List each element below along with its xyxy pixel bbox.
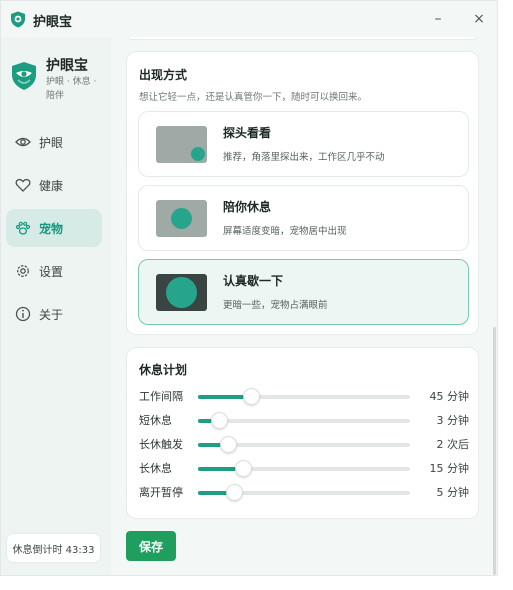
- work-interval-slider[interactable]: [198, 388, 410, 405]
- option-title: 陪你休息: [223, 200, 272, 214]
- slider-handle[interactable]: [243, 388, 260, 405]
- info-icon: [15, 306, 31, 322]
- row-label: 短休息: [139, 414, 172, 427]
- plan-row: 短休息 3 分钟: [139, 408, 469, 432]
- option-title: 探头看看: [223, 126, 272, 140]
- brand-name: 护眼宝: [46, 58, 88, 74]
- row-value: 5 分钟: [436, 486, 470, 499]
- sidebar-item-label: 关于: [39, 308, 64, 322]
- option-preview: [156, 126, 207, 163]
- appearance-option-peek[interactable]: 探头看看 推荐，角落里探出来，工作区几乎不动: [138, 111, 469, 177]
- away-pause-slider[interactable]: [198, 484, 410, 501]
- sidebar: 护眼宝 护眼 · 休息 · 陪伴 护眼 健康 宠物 设置 关于 休息倒计时 43…: [1, 37, 111, 575]
- rest-countdown: 休息倒计时 43:33: [6, 533, 101, 563]
- shield-logo-icon: [12, 62, 36, 90]
- row-label: 离开暂停: [139, 486, 183, 499]
- paw-icon: [15, 221, 31, 235]
- row-value: 15 分钟: [429, 462, 470, 475]
- panel-description: 想让它轻一点，还是认真管你一下，随时可以换回来。: [139, 92, 368, 103]
- sidebar-item-label: 健康: [39, 179, 64, 193]
- plan-row: 离开暂停 5 分钟: [139, 480, 469, 504]
- previous-panel-edge: [126, 37, 479, 40]
- gear-icon: [17, 265, 29, 277]
- option-description: 更暗一些，宠物占满眼前: [223, 300, 328, 311]
- plan-row: 工作间隔 45 分钟: [139, 384, 469, 408]
- appearance-option-rest[interactable]: 陪你休息 屏幕适度变暗，宠物居中出现: [138, 185, 469, 251]
- sidebar-item-about[interactable]: 关于: [6, 295, 102, 333]
- rest-plan-panel: 休息计划 工作间隔 45 分钟 短休息 3 分钟 长休触发 2 次后 长休息 1…: [126, 347, 479, 519]
- app-window: 护眼宝 – × 护眼宝 护眼 · 休息 · 陪伴 护眼 健康 宠物 设置 关于 …: [0, 0, 498, 576]
- window-title: 护眼宝: [33, 15, 73, 30]
- pet-dot-icon: [191, 147, 205, 161]
- save-button[interactable]: 保存: [126, 531, 176, 561]
- slider-handle[interactable]: [211, 412, 228, 429]
- row-value: 3 分钟: [436, 414, 470, 427]
- row-label: 长休息: [139, 462, 172, 475]
- option-description: 推荐，角落里探出来，工作区几乎不动: [223, 152, 385, 163]
- row-value: 45 分钟: [429, 390, 470, 403]
- panel-title: 休息计划: [139, 363, 188, 377]
- sidebar-item-eye-care[interactable]: 护眼: [6, 123, 102, 161]
- eye-icon: [15, 137, 31, 147]
- scrollbar[interactable]: [493, 327, 496, 575]
- sidebar-item-label: 宠物: [39, 222, 64, 236]
- title-bar: 护眼宝 – ×: [1, 1, 497, 37]
- sidebar-item-health[interactable]: 健康: [6, 166, 102, 204]
- panel-title: 出现方式: [139, 68, 188, 82]
- short-break-slider[interactable]: [198, 412, 410, 429]
- sidebar-item-settings[interactable]: 设置: [6, 252, 102, 290]
- option-preview: [156, 274, 207, 311]
- brand-subtitle: 护眼 · 休息 · 陪伴: [46, 77, 97, 101]
- row-label: 长休触发: [139, 438, 183, 451]
- main-content: 出现方式 想让它轻一点，还是认真管你一下，随时可以换回来。 探头看看 推荐，角落…: [112, 37, 497, 575]
- option-title: 认真歇一下: [223, 274, 284, 288]
- row-value: 2 次后: [436, 438, 470, 451]
- appearance-option-serious[interactable]: 认真歇一下 更暗一些，宠物占满眼前: [138, 259, 469, 325]
- sidebar-item-label: 设置: [39, 265, 64, 279]
- slider-handle[interactable]: [235, 460, 252, 477]
- plan-row: 长休触发 2 次后: [139, 432, 469, 456]
- long-break-slider[interactable]: [198, 460, 410, 477]
- long-break-trigger-slider[interactable]: [198, 436, 410, 453]
- plan-row: 长休息 15 分钟: [139, 456, 469, 480]
- shield-logo-icon: [11, 11, 25, 28]
- slider-handle[interactable]: [220, 436, 237, 453]
- slider-handle[interactable]: [226, 484, 243, 501]
- brand: 护眼宝 护眼 · 休息 · 陪伴: [11, 53, 107, 109]
- option-preview: [156, 200, 207, 237]
- sidebar-item-pet[interactable]: 宠物: [6, 209, 102, 247]
- close-button[interactable]: ×: [466, 7, 492, 31]
- pet-dot-icon: [171, 208, 192, 229]
- heart-icon: [15, 178, 31, 192]
- sidebar-item-label: 护眼: [39, 136, 64, 150]
- row-label: 工作间隔: [139, 390, 183, 403]
- option-description: 屏幕适度变暗，宠物居中出现: [223, 226, 347, 237]
- appearance-panel: 出现方式 想让它轻一点，还是认真管你一下，随时可以换回来。 探头看看 推荐，角落…: [126, 51, 479, 335]
- minimize-button[interactable]: –: [425, 7, 451, 31]
- pet-dot-icon: [166, 277, 197, 308]
